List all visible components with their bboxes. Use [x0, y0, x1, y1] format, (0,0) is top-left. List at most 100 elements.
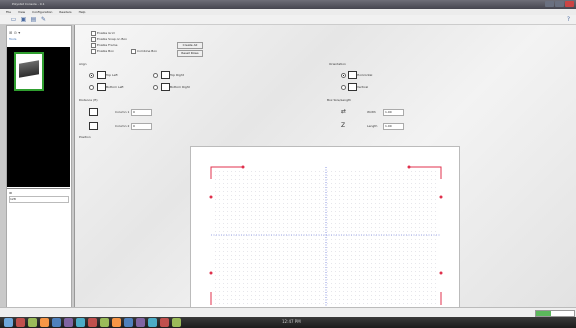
enable-grid-label: Enable Grid [97, 31, 115, 35]
bottom-left-icon [97, 83, 106, 91]
column-2-spinner[interactable]: 0 [131, 123, 152, 130]
enable-grid-checkbox[interactable] [91, 31, 96, 36]
top-left-radio[interactable] [89, 73, 94, 78]
enable-frame-checkbox[interactable] [91, 43, 96, 48]
tools-label: Tools [9, 37, 17, 41]
taskbar: 12:47 PM [0, 317, 576, 328]
menu-view[interactable]: View [18, 10, 25, 14]
column-1-label: Column 1 [115, 110, 130, 114]
title-bar: Polystat Console - 0.1 [0, 0, 576, 9]
top-right-radio[interactable] [153, 73, 158, 78]
bottom-right-radio[interactable] [153, 85, 158, 90]
bottom-left-label: Bottom Left [106, 85, 124, 89]
position-section-title: Position [79, 135, 91, 139]
corner-top-left [210, 166, 243, 179]
create-all-button[interactable]: Create All [177, 42, 203, 49]
enable-frame-label: Enable Frame [97, 43, 118, 47]
combine-box-checkbox[interactable] [131, 49, 136, 54]
properties-pane: ID 128 [7, 188, 70, 307]
length-icon: Z [341, 122, 346, 129]
save-icon[interactable]: ▣ [20, 16, 27, 23]
taskbar-app-2-icon[interactable] [28, 318, 37, 327]
taskbar-app-1-icon[interactable] [16, 318, 25, 327]
box-size-section-title: Box Size/Length [327, 98, 352, 102]
horizontal-label: Horizontal [357, 73, 373, 77]
taskbar-app-4-icon[interactable] [52, 318, 61, 327]
handle-right-upper[interactable] [439, 195, 443, 199]
horizontal-icon [348, 71, 357, 79]
grid-canvas [209, 165, 443, 307]
device-image [19, 60, 39, 78]
id-field[interactable]: 128 [9, 196, 69, 203]
horizontal-radio[interactable] [341, 73, 346, 78]
taskbar-app-13-icon[interactable] [160, 318, 169, 327]
combine-box-label: Combine Box [137, 49, 157, 53]
print-icon[interactable]: ▤ [30, 16, 37, 23]
taskbar-app-11-icon[interactable] [136, 318, 145, 327]
menu-configuration[interactable]: Configuration [32, 10, 52, 14]
device-thumbnail[interactable] [14, 52, 44, 91]
length-spinner[interactable]: 1.00 [383, 123, 404, 130]
length-label: Length [367, 124, 378, 128]
vertical-radio[interactable] [341, 85, 346, 90]
taskbar-app-10-icon[interactable] [124, 318, 133, 327]
taskbar-app-7-icon[interactable] [88, 318, 97, 327]
menu-file[interactable]: File [6, 10, 11, 14]
top-left-label: Top Left [106, 73, 118, 77]
toolbar: ▭ ▣ ▤ ✎ ? [0, 15, 576, 25]
handle-top-left[interactable] [241, 165, 245, 169]
handle-right-lower[interactable] [439, 271, 443, 275]
corner-top-right [409, 166, 442, 179]
close-button[interactable] [565, 1, 574, 7]
align-section-title: Align [79, 62, 87, 66]
window-title: Polystat Console - 0.1 [12, 2, 45, 6]
top-right-label: Top Right [170, 73, 184, 77]
enable-snap-checkbox[interactable] [91, 37, 96, 42]
vertical-label: Vertical [357, 85, 369, 89]
bottom-right-label: Bottom Right [170, 85, 190, 89]
vertical-icon [348, 83, 357, 91]
taskbar-app-6-icon[interactable] [76, 318, 85, 327]
column-2-label: Column 2 [115, 124, 130, 128]
bottom-right-icon [161, 83, 170, 91]
width-icon: ⇄ [341, 108, 347, 115]
layout-canvas[interactable] [190, 146, 460, 308]
taskbar-app-9-icon[interactable] [112, 318, 121, 327]
taskbar-clock: 12:47 PM [282, 319, 301, 324]
enable-box-label: Enable Box [97, 49, 114, 53]
maximize-button[interactable] [555, 1, 564, 7]
panel-icons[interactable]: ⊞ ⊙ ▾ [9, 30, 20, 35]
taskbar-app-3-icon[interactable] [40, 318, 49, 327]
menu-readers[interactable]: Readers [59, 10, 71, 14]
reset-rows-button[interactable]: Reset Rows [177, 50, 203, 57]
handle-top-right[interactable] [407, 165, 411, 169]
distance-section-title: Distance (ft) [79, 98, 98, 102]
width-label: Width [367, 110, 376, 114]
menu-help[interactable]: Help [79, 10, 86, 14]
start-button[interactable] [4, 318, 13, 327]
taskbar-app-14-icon[interactable] [172, 318, 181, 327]
handle-left-lower[interactable] [209, 271, 213, 275]
taskbar-app-8-icon[interactable] [100, 318, 109, 327]
top-left-icon [97, 71, 106, 79]
grid-dots [215, 171, 436, 304]
column-1-icon [89, 108, 98, 116]
orientation-section-title: Orientation [329, 62, 346, 66]
enable-snap-label: Enable Snap on Box [97, 37, 127, 41]
bottom-left-radio[interactable] [89, 85, 94, 90]
taskbar-app-5-icon[interactable] [64, 318, 73, 327]
top-right-icon [161, 71, 170, 79]
help-icon[interactable]: ? [565, 16, 572, 23]
handle-left-upper[interactable] [209, 195, 213, 199]
id-label: ID [9, 191, 13, 195]
column-2-icon [89, 122, 98, 130]
enable-box-checkbox[interactable] [91, 49, 96, 54]
open-icon[interactable]: ▭ [10, 16, 17, 23]
column-1-spinner[interactable]: 0 [131, 109, 152, 116]
width-spinner[interactable]: 1.00 [383, 109, 404, 116]
taskbar-app-12-icon[interactable] [148, 318, 157, 327]
progress-bar [535, 310, 575, 317]
progress-fill [536, 311, 552, 316]
minimize-button[interactable] [545, 1, 554, 7]
wand-icon[interactable]: ✎ [40, 16, 47, 23]
